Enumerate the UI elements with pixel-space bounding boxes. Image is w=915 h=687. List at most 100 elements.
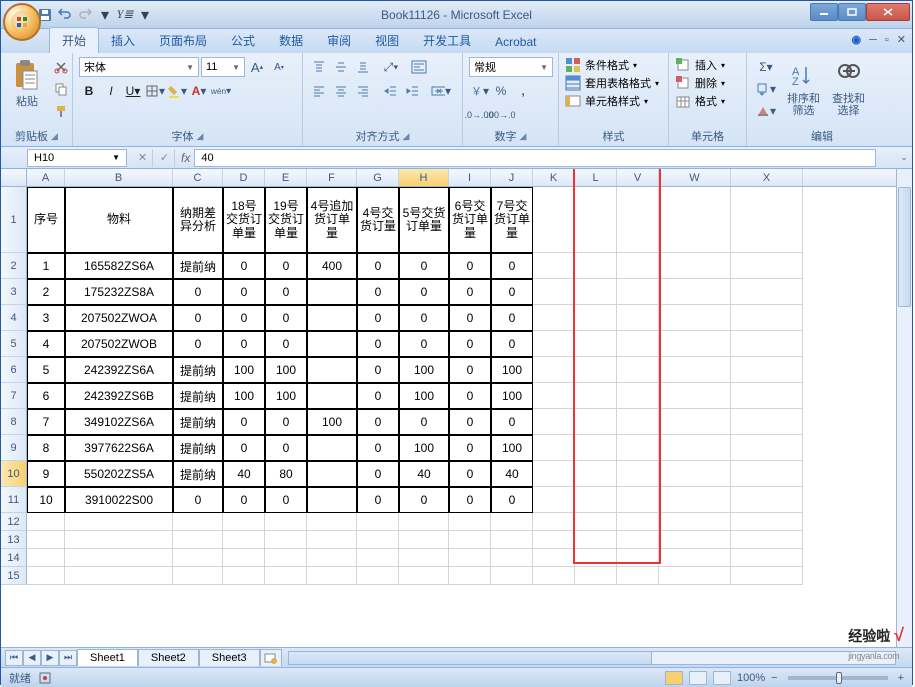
cell[interactable] — [575, 305, 617, 331]
cell[interactable] — [307, 305, 357, 331]
cell[interactable] — [575, 253, 617, 279]
cell[interactable]: 100 — [491, 383, 533, 409]
cell[interactable] — [617, 513, 659, 531]
phonetic-icon[interactable]: wén▾ — [211, 81, 231, 101]
grow-font-icon[interactable]: A▴ — [247, 57, 267, 77]
cell[interactable]: 0 — [491, 331, 533, 357]
cut-icon[interactable] — [51, 57, 71, 77]
tab-developer[interactable]: 开发工具 — [411, 28, 483, 53]
cell[interactable]: 0 — [449, 331, 491, 357]
doc-minimize-icon[interactable]: ─ — [869, 34, 877, 46]
cell[interactable] — [617, 187, 659, 253]
cell[interactable]: 100 — [307, 409, 357, 435]
cell[interactable] — [617, 531, 659, 549]
row-header-6[interactable]: 6 — [1, 357, 27, 383]
cell[interactable] — [399, 549, 449, 567]
cell[interactable] — [731, 383, 803, 409]
cell[interactable] — [575, 461, 617, 487]
row-header-1[interactable]: 1 — [1, 187, 27, 253]
cell[interactable] — [357, 513, 399, 531]
column-header-X[interactable]: X — [731, 169, 803, 186]
cell[interactable] — [399, 531, 449, 549]
cell[interactable]: 0 — [491, 253, 533, 279]
cell[interactable]: 0 — [491, 409, 533, 435]
cells-grid[interactable]: 序号物料纳期差异分析18号交货订单量19号交货订单量4号追加货订单量4号交货订量… — [27, 187, 803, 585]
cell[interactable] — [27, 567, 65, 585]
sheet-nav-next-icon[interactable]: ▶ — [41, 650, 59, 666]
cell[interactable]: 7 — [27, 409, 65, 435]
cell[interactable]: 400 — [307, 253, 357, 279]
cell[interactable] — [173, 531, 223, 549]
cell[interactable] — [65, 549, 173, 567]
cell[interactable] — [491, 531, 533, 549]
cell[interactable] — [533, 461, 575, 487]
cell[interactable] — [731, 409, 803, 435]
cell[interactable]: 18号交货订单量 — [223, 187, 265, 253]
row-header-13[interactable]: 13 — [1, 531, 27, 549]
cell[interactable] — [449, 531, 491, 549]
zoom-level[interactable]: 100% — [737, 672, 765, 684]
cell[interactable]: 165582ZS6A — [65, 253, 173, 279]
cell[interactable]: 40 — [491, 461, 533, 487]
cell[interactable] — [65, 531, 173, 549]
column-header-D[interactable]: D — [223, 169, 265, 186]
cell[interactable] — [659, 567, 731, 585]
zoom-slider[interactable] — [788, 676, 888, 680]
cell[interactable] — [731, 513, 803, 531]
cell[interactable]: 0 — [357, 305, 399, 331]
cell[interactable] — [533, 187, 575, 253]
cell[interactable]: 100 — [399, 383, 449, 409]
doc-close-icon[interactable]: ✕ — [897, 33, 906, 46]
cell[interactable] — [449, 567, 491, 585]
cell[interactable]: 0 — [399, 279, 449, 305]
row-header-3[interactable]: 3 — [1, 279, 27, 305]
cell[interactable]: 2 — [27, 279, 65, 305]
autosum-icon[interactable]: Σ▾ — [753, 57, 779, 77]
wrap-text-icon[interactable] — [409, 57, 429, 77]
cell[interactable] — [575, 567, 617, 585]
cell[interactable] — [659, 531, 731, 549]
cell[interactable] — [731, 549, 803, 567]
column-header-B[interactable]: B — [65, 169, 173, 186]
cell[interactable] — [307, 461, 357, 487]
format-cells-button[interactable]: 格式▾ — [675, 93, 725, 109]
cell[interactable] — [27, 549, 65, 567]
cell[interactable] — [173, 567, 223, 585]
font-name-combo[interactable]: 宋体▼ — [79, 57, 199, 77]
cell[interactable]: 0 — [491, 279, 533, 305]
cell[interactable]: 0 — [357, 487, 399, 513]
cell[interactable]: 0 — [449, 279, 491, 305]
office-button[interactable] — [3, 3, 41, 41]
cancel-formula-icon[interactable]: ✕ — [133, 149, 153, 167]
cell[interactable]: 0 — [357, 461, 399, 487]
cell[interactable]: 4 — [27, 331, 65, 357]
comma-icon[interactable]: , — [513, 81, 533, 101]
cell[interactable]: 7号交货订单量 — [491, 187, 533, 253]
cell[interactable]: 0 — [399, 253, 449, 279]
row-header-10[interactable]: 10 — [1, 461, 27, 487]
cell[interactable] — [223, 567, 265, 585]
border-icon[interactable]: ▾ — [145, 81, 165, 101]
row-header-12[interactable]: 12 — [1, 513, 27, 531]
cell[interactable] — [731, 567, 803, 585]
cell[interactable]: 0 — [357, 409, 399, 435]
cell[interactable] — [533, 531, 575, 549]
orientation-icon[interactable]: ⤢▾ — [381, 57, 401, 77]
cell[interactable]: 0 — [449, 487, 491, 513]
cell[interactable]: 0 — [223, 253, 265, 279]
row-header-9[interactable]: 9 — [1, 435, 27, 461]
cell[interactable]: 提前纳 — [173, 253, 223, 279]
cell[interactable]: 提前纳 — [173, 461, 223, 487]
cell[interactable]: 4号交货订量 — [357, 187, 399, 253]
undo-icon[interactable] — [57, 7, 73, 23]
cell[interactable] — [617, 409, 659, 435]
align-center-icon[interactable] — [331, 81, 351, 101]
cell[interactable]: 0 — [223, 435, 265, 461]
cell[interactable] — [173, 549, 223, 567]
cell[interactable] — [307, 357, 357, 383]
cell[interactable] — [533, 383, 575, 409]
cell[interactable] — [617, 435, 659, 461]
cell[interactable] — [399, 513, 449, 531]
conditional-format-button[interactable]: 条件格式▾ — [565, 57, 637, 73]
cell[interactable] — [357, 549, 399, 567]
